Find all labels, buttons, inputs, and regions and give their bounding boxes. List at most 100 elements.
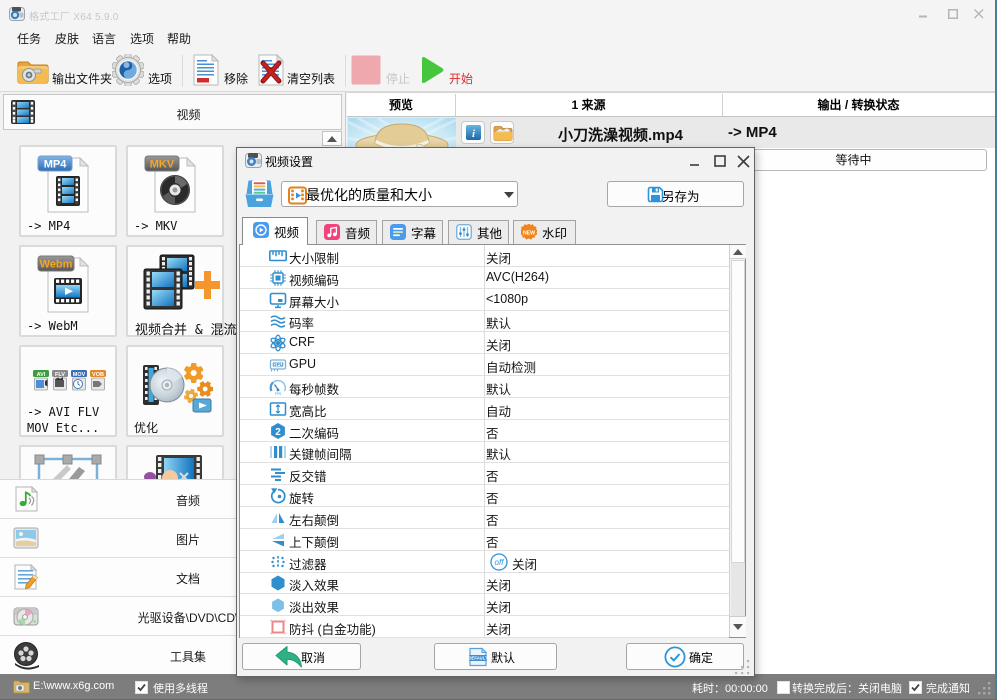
menu-language[interactable]: 语言 xyxy=(92,30,116,47)
settings-scrollbar[interactable] xyxy=(729,245,746,637)
setting-row-aspect-ratio[interactable]: 宽高比 自动 xyxy=(240,398,729,420)
tab-others[interactable]: 其他 xyxy=(448,220,509,244)
svg-text:DEFAULT: DEFAULT xyxy=(469,656,488,661)
tab-video-label: 视频 xyxy=(274,226,300,240)
info-button[interactable]: i xyxy=(461,121,485,144)
deinterlace-icon xyxy=(271,468,285,481)
setting-label-screen-size: 屏幕大小 xyxy=(289,296,340,310)
preset-dropdown[interactable]: 最优化的质量和大小 xyxy=(281,181,518,207)
app-icon xyxy=(9,7,25,21)
setting-value-rotate: 否 xyxy=(486,492,499,506)
maximize-icon[interactable] xyxy=(948,9,958,19)
card-optimize-label: 优化 xyxy=(134,421,159,435)
toolbar: 输出文件夹 选项 移除 清空列表 停止 开始 xyxy=(0,50,997,92)
setting-row-flip-horizontal[interactable]: 左右颠倒 否 xyxy=(240,507,729,529)
card-optimize[interactable]: 优化 xyxy=(126,345,224,437)
video-settings-dialog: 视频设置 最优化的质量和大小 另存为 视频 音频 字幕 其他 NEW 水印 大小限制 关闭 视频编码 A… xyxy=(236,147,755,677)
profile-tray-icon[interactable] xyxy=(245,178,274,208)
setting-row-gpu[interactable]: GPU GPU 自动检测 xyxy=(240,354,729,376)
setting-row-fade-in[interactable]: 淡入效果 关闭 xyxy=(240,572,729,594)
tab-subtitle[interactable]: 字幕 xyxy=(382,220,443,244)
card-mkv[interactable]: MKV -> MKV xyxy=(126,145,224,237)
sidebar-scroll-up[interactable] xyxy=(322,131,342,146)
start-button[interactable]: 开始 xyxy=(419,54,499,88)
setting-row-two-pass[interactable]: 2 二次编码 否 xyxy=(240,420,729,442)
sidebar-section-picture-icon xyxy=(12,524,42,554)
cancel-button[interactable]: 取消 xyxy=(242,643,361,670)
scrollbar-down-button[interactable] xyxy=(730,616,746,637)
setting-row-fps[interactable]: FPS 每秒帧数 默认 xyxy=(240,376,729,398)
tab-video[interactable]: 视频 xyxy=(242,217,308,245)
merge-icon xyxy=(143,254,220,310)
scroll-up-icon xyxy=(733,249,743,255)
status-folder-icon xyxy=(13,680,30,694)
clear-list-button[interactable]: 清空列表 xyxy=(256,54,346,88)
dialog-resize-grip-icon xyxy=(735,660,750,675)
dialog-minimize-icon[interactable] xyxy=(690,156,701,167)
scrollbar-track[interactable] xyxy=(731,563,745,616)
column-header-preview[interactable]: 预览 xyxy=(347,93,455,117)
card-webm[interactable]: Webm -> WebM xyxy=(19,245,117,337)
dialog-maximize-icon[interactable] xyxy=(714,155,726,167)
minimize-icon[interactable] xyxy=(919,8,929,18)
tab-audio[interactable]: 音频 xyxy=(316,220,377,244)
card-mkv-badge: MKV xyxy=(150,159,175,171)
crf-icon xyxy=(270,334,286,352)
open-folder-button[interactable] xyxy=(490,121,514,144)
remove-button[interactable]: 移除 xyxy=(191,54,251,88)
ok-button[interactable]: 确定 xyxy=(626,643,744,670)
scrollbar-thumb[interactable] xyxy=(731,260,745,563)
options-gear-icon xyxy=(112,54,144,86)
output-path[interactable]: E:\www.x6g.com xyxy=(33,680,114,692)
resize-grip-icon xyxy=(978,682,991,695)
menu-skin[interactable]: 皮肤 xyxy=(55,30,79,47)
menu-options[interactable]: 选项 xyxy=(130,30,154,47)
filter-icon xyxy=(271,556,285,568)
multithread-checkbox[interactable] xyxy=(135,681,148,694)
card-mp4[interactable]: MP4 -> MP4 xyxy=(19,145,117,237)
setting-label-two-pass: 二次编码 xyxy=(289,427,340,441)
column-separator xyxy=(722,94,723,116)
setting-row-video-encoder[interactable]: 视频编码 AVC(H264) xyxy=(240,267,729,289)
output-folder-button[interactable]: 输出文件夹 xyxy=(12,54,112,88)
setting-row-rotate[interactable]: 旋转 否 xyxy=(240,485,729,507)
close-icon[interactable] xyxy=(974,9,984,19)
setting-value-flip-vertical: 否 xyxy=(486,536,499,550)
options-button[interactable]: 选项 xyxy=(110,54,172,88)
save-as-label: 另存为 xyxy=(662,190,700,204)
dialog-close-icon[interactable] xyxy=(737,155,750,168)
card-merge[interactable]: 视频合并 & 混流 xyxy=(126,245,236,338)
setting-row-stabilize[interactable]: 防抖 (白金功能) 关闭 xyxy=(240,616,729,638)
notify-checkbox[interactable] xyxy=(909,681,922,694)
menu-task[interactable]: 任务 xyxy=(17,30,41,47)
elapsed-time: 耗时：00:00:00 xyxy=(692,683,768,695)
scrollbar-up-button[interactable] xyxy=(730,245,746,259)
setting-row-filter[interactable]: 过滤器 off 关闭 xyxy=(240,551,729,573)
setting-row-flip-vertical[interactable]: 上下颠倒 否 xyxy=(240,529,729,551)
task-filename: 小刀洗澡视频.mp4 xyxy=(558,127,684,144)
setting-row-fade-out[interactable]: 淡出效果 关闭 xyxy=(240,594,729,616)
save-as-button[interactable]: 另存为 xyxy=(607,181,744,207)
setting-row-crf[interactable]: CRF 关闭 xyxy=(240,332,729,354)
tab-watermark[interactable]: NEW 水印 xyxy=(513,220,576,244)
column-header-output[interactable]: 输出 / 转换状态 xyxy=(722,93,995,117)
default-button[interactable]: DEFAULT 默认 xyxy=(434,643,557,670)
flip-horizontal-icon xyxy=(271,513,285,523)
setting-row-bitrate[interactable]: 码率 默认 xyxy=(240,310,729,332)
sidebar-category-header[interactable]: 视频 xyxy=(3,94,342,130)
setting-label-bitrate: 码率 xyxy=(289,317,315,331)
task-row[interactable]: i 小刀洗澡视频.mp4 -> MP4 xyxy=(347,117,995,163)
setting-row-deinterlace[interactable]: 反交错 否 xyxy=(240,463,729,485)
setting-row-size-limit[interactable]: 大小限制 关闭 xyxy=(240,245,729,267)
sidebar-section-document-icon xyxy=(12,563,42,593)
shutdown-checkbox[interactable] xyxy=(777,681,790,694)
setting-icon-gpu: GPU xyxy=(269,356,287,374)
setting-row-keyframe-interval[interactable]: 关键帧间隔 默认 xyxy=(240,441,729,463)
stop-button[interactable]: 停止 xyxy=(351,54,421,88)
column-header-source[interactable]: 1 来源 xyxy=(455,93,722,117)
sidebar-section-cd-rom-icon xyxy=(12,602,42,632)
setting-label-fade-in: 淡入效果 xyxy=(289,579,340,593)
card-avi-flv-mov[interactable]: AVI FLV MOV VOB -> AVI FLV MOV Etc... xyxy=(19,345,117,437)
setting-row-screen-size[interactable]: 屏幕大小 <1080p xyxy=(240,289,729,311)
menu-help[interactable]: 帮助 xyxy=(167,30,191,47)
